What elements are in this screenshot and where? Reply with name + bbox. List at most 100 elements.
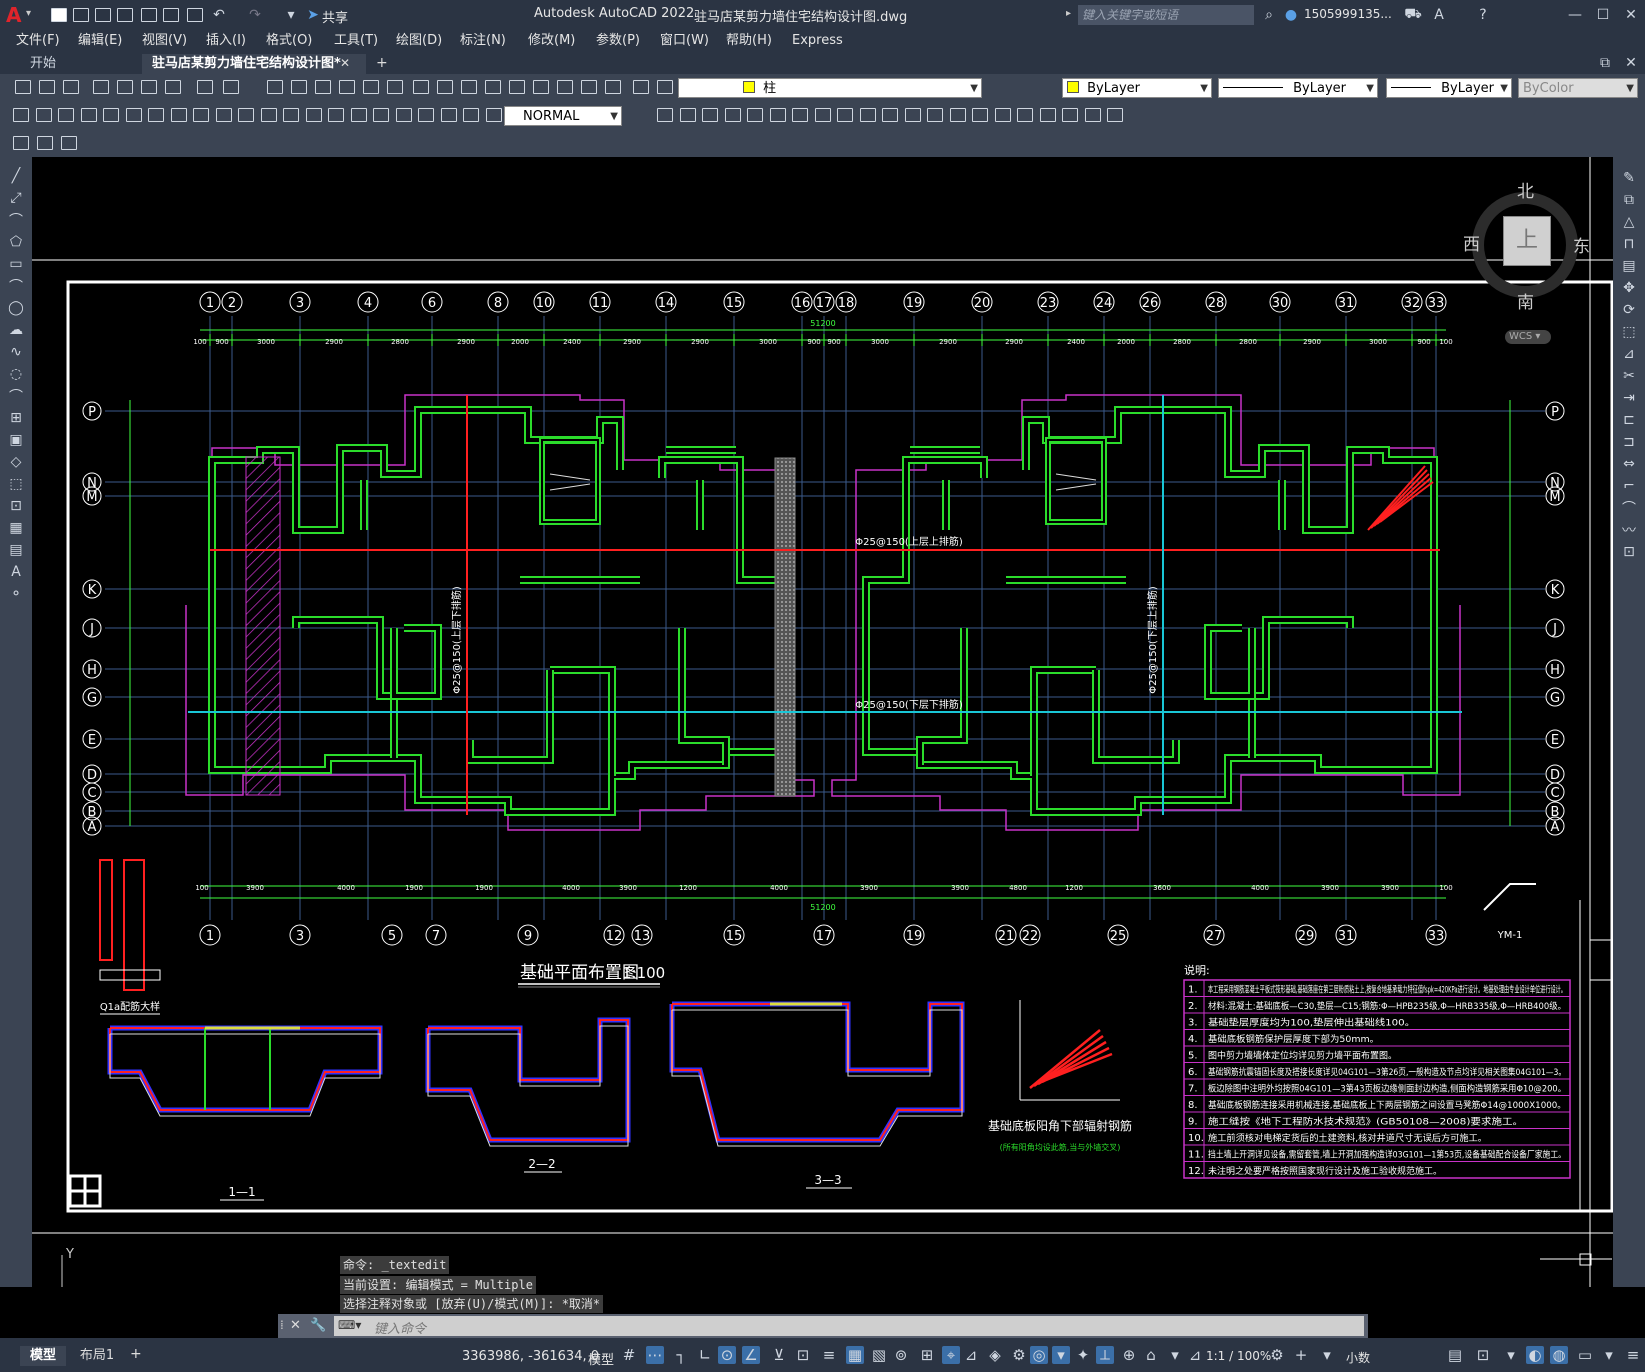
command-close-icon[interactable]: ✕ <box>290 1318 301 1333</box>
open-web-icon[interactable] <box>140 6 158 24</box>
std-tool-10-icon[interactable] <box>290 78 308 96</box>
tab-model[interactable]: 模型 <box>20 1346 66 1366</box>
restore-doc-icon[interactable]: ⧉ <box>1596 54 1614 72</box>
status-toggle-34-icon[interactable]: ▾ <box>1600 1346 1618 1364</box>
status-toggle-16-icon[interactable]: ⚙ <box>1010 1346 1028 1364</box>
dim-tool-34-icon[interactable] <box>926 106 944 124</box>
menu-item-7[interactable]: 标注(N) <box>460 30 506 52</box>
modify-tool-2-icon[interactable]: △ <box>1620 213 1638 231</box>
dim-tool-1-icon[interactable] <box>35 106 53 124</box>
status-toggle-32-icon[interactable]: ◍ <box>1550 1346 1568 1364</box>
undo-icon[interactable]: ↶ <box>210 6 228 24</box>
draw-tool-11-icon[interactable]: ⊞ <box>7 409 25 427</box>
modify-tool-6-icon[interactable]: ⟳ <box>1620 301 1638 319</box>
plotstyle-combo[interactable]: ByColor ▼ <box>1518 78 1638 98</box>
dim-tool-35-icon[interactable] <box>949 106 967 124</box>
status-toggle-18-icon[interactable]: ▾ <box>1052 1346 1070 1364</box>
dim-tool-33-icon[interactable] <box>904 106 922 124</box>
close-doc-icon[interactable]: ✕ <box>1622 54 1640 72</box>
status-toggle-23-icon[interactable]: ▾ <box>1166 1346 1184 1364</box>
menu-item-12[interactable]: Express <box>792 30 843 52</box>
dim-tool-15-icon[interactable] <box>350 106 368 124</box>
modify-tool-14-icon[interactable]: ⌐ <box>1620 477 1638 495</box>
status-toggle-11-icon[interactable]: ⊚ <box>892 1346 910 1364</box>
modify-tool-17-icon[interactable]: ⊡ <box>1620 543 1638 561</box>
modify-tool-5-icon[interactable]: ✥ <box>1620 279 1638 297</box>
dim-tool-40-icon[interactable] <box>1061 106 1079 124</box>
menu-item-5[interactable]: 工具(T) <box>334 30 378 52</box>
dim-tool-38-icon[interactable] <box>1016 106 1034 124</box>
customize-qat-icon[interactable]: ▾ <box>282 6 300 24</box>
draw-tool-8-icon[interactable]: ∿ <box>7 343 25 361</box>
dim-tool-28-icon[interactable] <box>791 106 809 124</box>
modify-tool-0-icon[interactable]: ✎ <box>1620 169 1638 187</box>
modify-tool-15-icon[interactable]: ⌒ <box>1620 499 1638 517</box>
linetype-combo[interactable]: ByLayer ▼ <box>1218 78 1378 98</box>
maximize-icon[interactable]: ☐ <box>1594 6 1612 24</box>
dim-tool-19-icon[interactable] <box>440 106 458 124</box>
dim-tool-16-icon[interactable] <box>372 106 390 124</box>
status-toggle-1-icon[interactable]: ⋯ <box>646 1346 664 1364</box>
tab-start[interactable]: 开始 <box>20 54 140 74</box>
status-toggle-30-icon[interactable]: ▾ <box>1502 1346 1520 1364</box>
dim-tool-27-icon[interactable] <box>769 106 787 124</box>
drawing-canvas[interactable]: 1 2 3 4 6 8 10 11 14 15 16 17 18 19 20 23 24 26 28 30 31 32 33… <box>32 157 1613 1287</box>
color-combo[interactable]: ByLayer ▼ <box>1062 78 1212 98</box>
dim-tool-9-icon[interactable] <box>215 106 233 124</box>
dim-tool-8-icon[interactable] <box>192 106 210 124</box>
draw-tool-19-icon[interactable]: ⚬ <box>7 585 25 603</box>
model-space-toggle[interactable]: 模型 <box>588 1349 614 1368</box>
status-toggle-26-icon[interactable]: + <box>1292 1346 1310 1364</box>
status-toggle-27-icon[interactable]: ▾ <box>1318 1346 1336 1364</box>
command-customize-icon[interactable]: 🔧 <box>310 1318 326 1333</box>
dim-tool-29-icon[interactable] <box>814 106 832 124</box>
std-tool-0-icon[interactable] <box>14 78 32 96</box>
new-tab-icon[interactable]: + <box>376 55 388 71</box>
dim-tool-25-icon[interactable] <box>724 106 742 124</box>
menu-item-3[interactable]: 插入(I) <box>206 30 246 52</box>
dim-tool-10-icon[interactable] <box>237 106 255 124</box>
minimize-icon[interactable]: — <box>1566 6 1584 24</box>
status-toggle-10-icon[interactable]: ▧ <box>870 1346 888 1364</box>
dim-tool-31-icon[interactable] <box>859 106 877 124</box>
std-tool-25-icon[interactable] <box>656 78 674 96</box>
draworder-text-icon[interactable] <box>60 134 78 152</box>
help-icon[interactable]: ? <box>1474 6 1492 24</box>
menu-item-9[interactable]: 参数(P) <box>596 30 640 52</box>
dim-tool-26-icon[interactable] <box>746 106 764 124</box>
new-file-icon[interactable] <box>50 6 68 24</box>
cart-icon[interactable]: ⛟ <box>1404 6 1422 24</box>
std-tool-16-icon[interactable] <box>436 78 454 96</box>
dim-tool-23-icon[interactable] <box>679 106 697 124</box>
viewcube-north[interactable]: 北 <box>1517 177 1534 202</box>
modify-tool-16-icon[interactable]: 〰 <box>1620 521 1638 539</box>
std-tool-12-icon[interactable] <box>338 78 356 96</box>
dim-tool-5-icon[interactable] <box>125 106 143 124</box>
user-icon[interactable]: ● <box>1282 6 1300 24</box>
dim-tool-42-icon[interactable] <box>1106 106 1124 124</box>
modify-tool-12-icon[interactable]: ⊐ <box>1620 433 1638 451</box>
menu-item-4[interactable]: 格式(O) <box>266 30 312 52</box>
std-tool-13-icon[interactable] <box>362 78 380 96</box>
dim-tool-13-icon[interactable] <box>305 106 323 124</box>
draw-tool-12-icon[interactable]: ▣ <box>7 431 25 449</box>
status-toggle-5-icon[interactable]: ∠ <box>742 1346 760 1364</box>
std-tool-14-icon[interactable] <box>386 78 404 96</box>
std-tool-3-icon[interactable] <box>92 78 110 96</box>
dim-tool-11-icon[interactable] <box>260 106 278 124</box>
draworder-front-icon[interactable] <box>12 134 30 152</box>
viewcube-east[interactable]: 东 <box>1573 232 1590 257</box>
std-tool-5-icon[interactable] <box>140 78 158 96</box>
dim-tool-18-icon[interactable] <box>417 106 435 124</box>
status-toggle-7-icon[interactable]: ⊡ <box>794 1346 812 1364</box>
status-toggle-17-icon[interactable]: ◎ <box>1030 1346 1048 1364</box>
std-tool-22-icon[interactable] <box>580 78 598 96</box>
std-tool-15-icon[interactable] <box>412 78 430 96</box>
std-tool-6-icon[interactable] <box>164 78 182 96</box>
status-toggle-15-icon[interactable]: ◈ <box>986 1346 1004 1364</box>
std-tool-2-icon[interactable] <box>62 78 80 96</box>
app-menu-arrow-icon[interactable]: ▾ <box>26 8 31 19</box>
close-tab-icon[interactable]: ✕ <box>340 56 350 70</box>
draw-tool-4-icon[interactable]: ▭ <box>7 255 25 273</box>
draw-tool-10-icon[interactable]: ⌒ <box>7 387 25 405</box>
